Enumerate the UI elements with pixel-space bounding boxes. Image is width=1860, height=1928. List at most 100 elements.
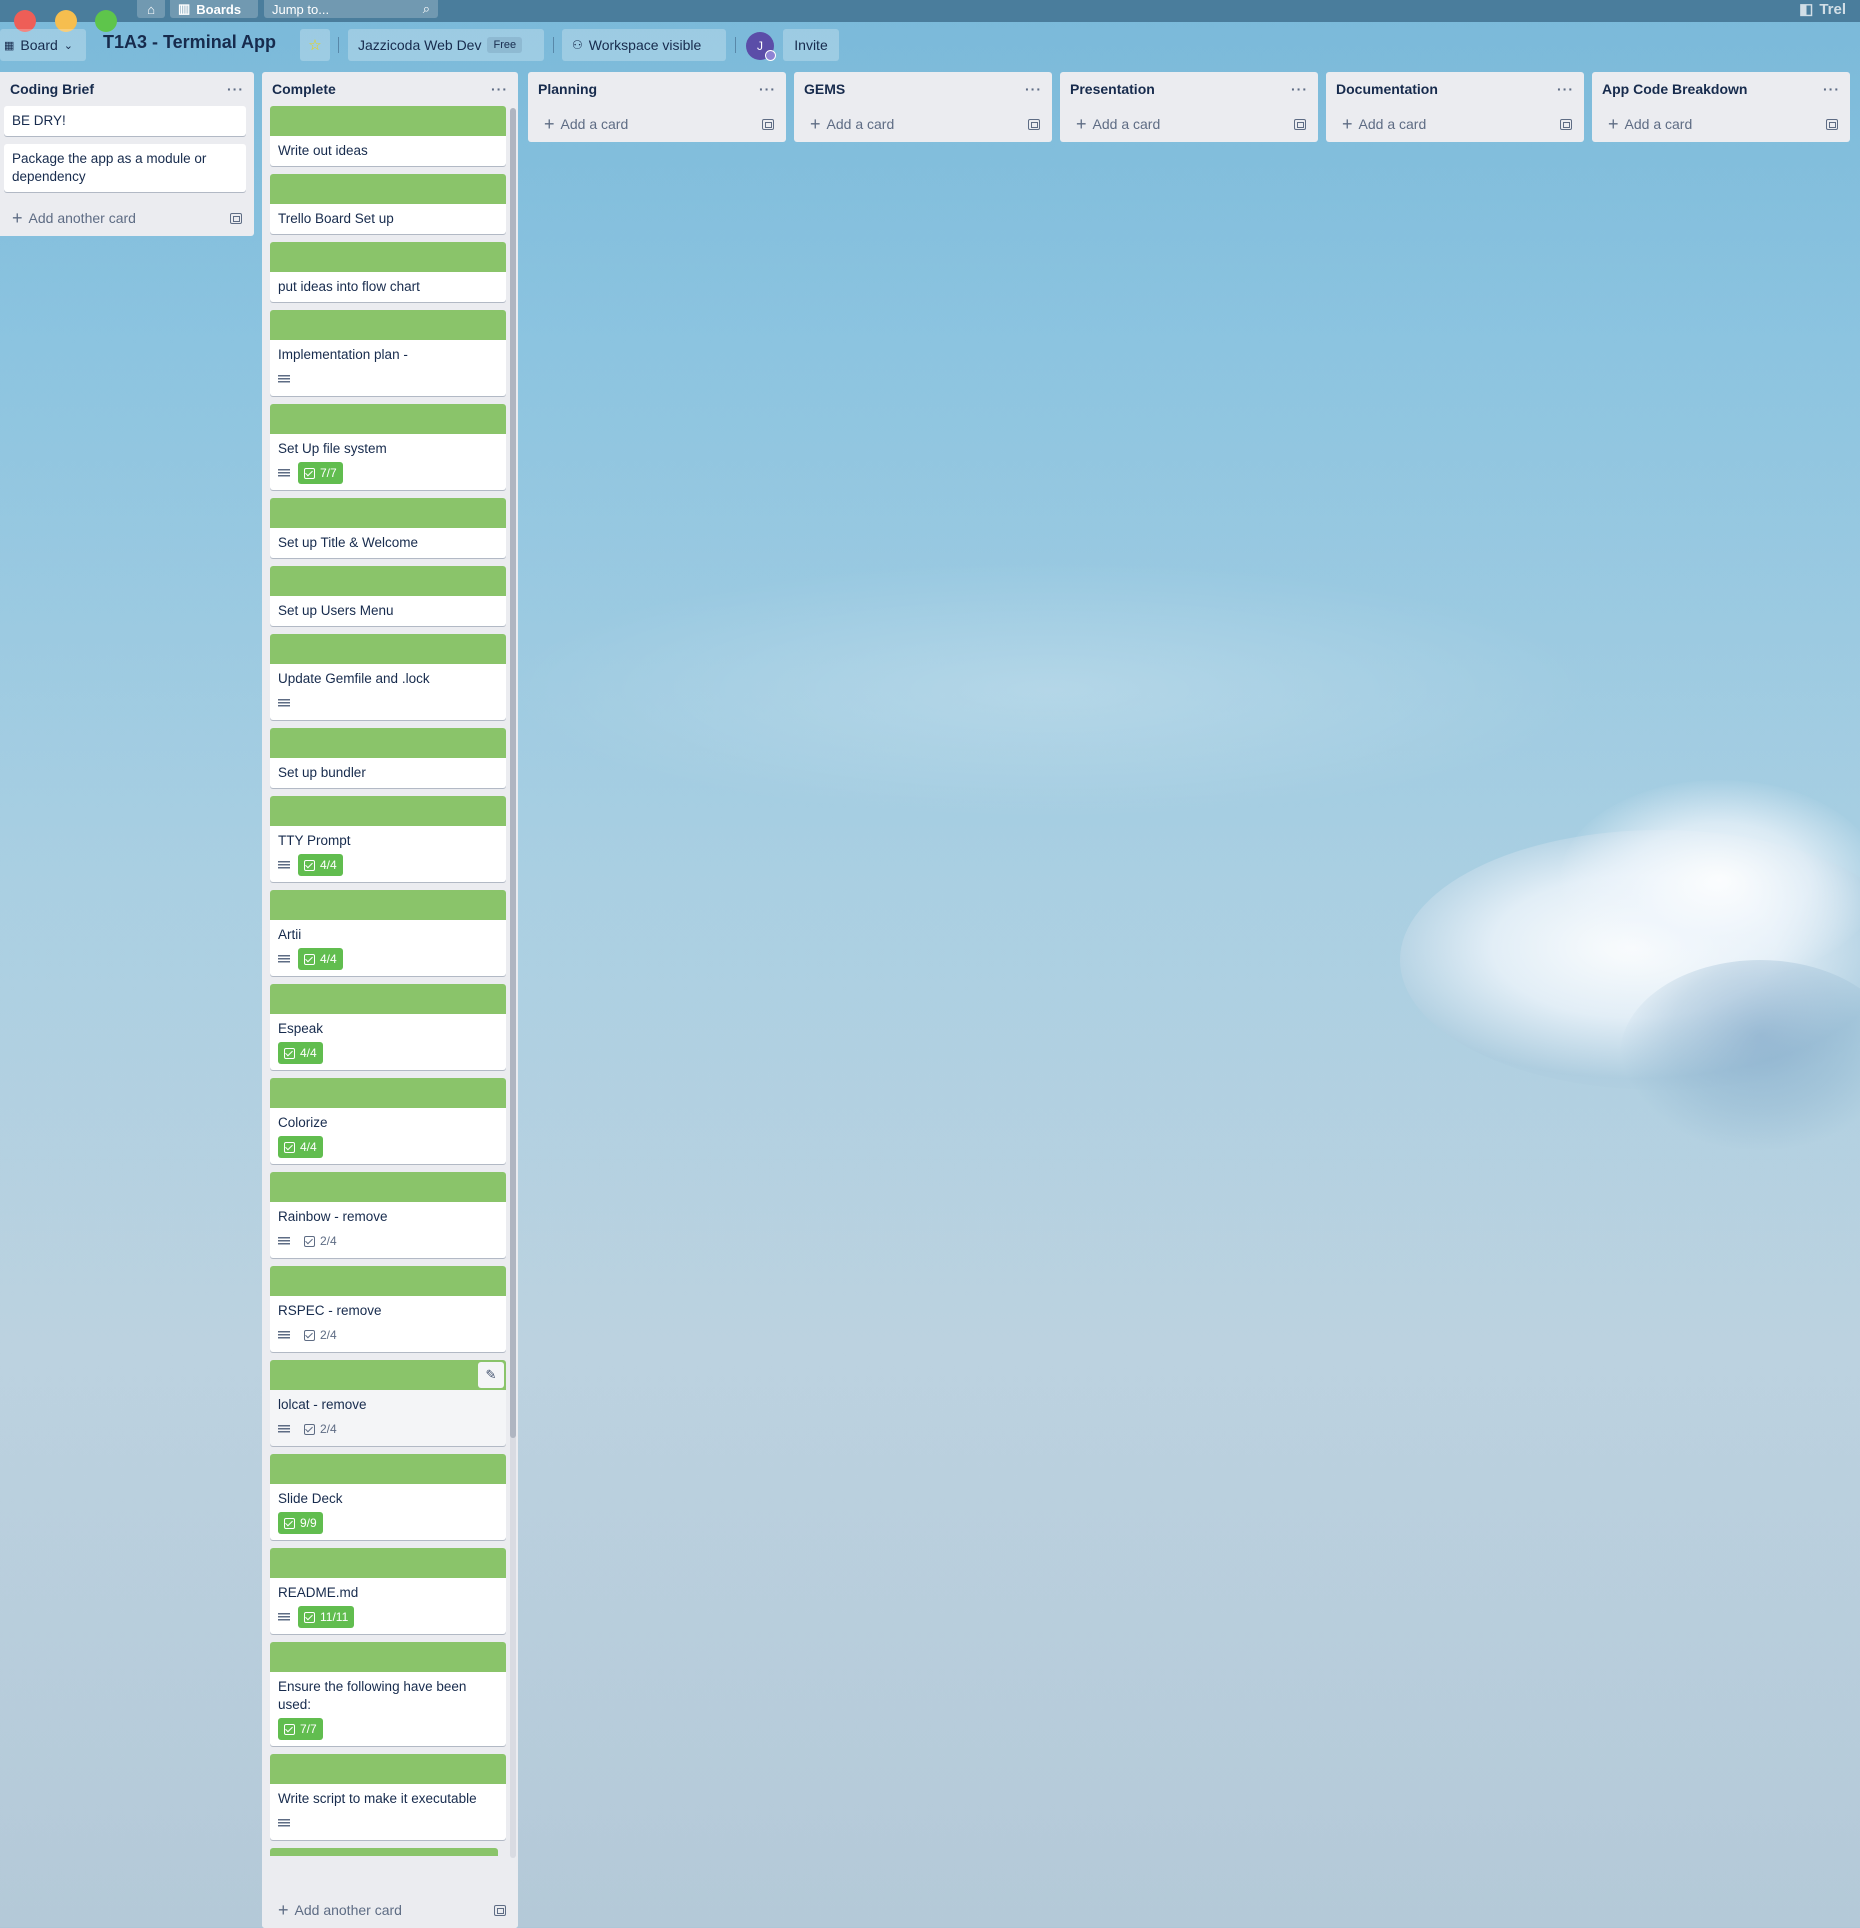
checklist-count: 4/4	[300, 1140, 317, 1154]
card[interactable]: Set Up file system 7/7	[270, 404, 506, 490]
list-menu-button[interactable]: ···	[227, 81, 244, 97]
card[interactable]: put ideas into flow chart	[270, 242, 506, 302]
list-title[interactable]: Complete	[272, 81, 336, 97]
board-view-switcher[interactable]: ▦ Board ⌄	[0, 29, 86, 61]
search-input[interactable]: Jump to... ⌕	[264, 0, 438, 18]
card[interactable]: RSPEC - remove 2/4	[270, 1266, 506, 1352]
add-card-button[interactable]: + Add another card	[0, 200, 254, 236]
list-menu-button[interactable]: ···	[1025, 81, 1042, 97]
edit-card-button[interactable]: ✎	[478, 1362, 504, 1388]
card[interactable]: Rainbow - remove 2/4	[270, 1172, 506, 1258]
card-label	[270, 310, 506, 340]
card[interactable]: Espeak 4/4	[270, 984, 506, 1070]
checklist-count: 4/4	[320, 858, 337, 872]
card-title: Rainbow - remove	[278, 1209, 388, 1224]
workspace-button[interactable]: Jazzicoda Web Dev Free	[348, 29, 544, 61]
card-template-icon[interactable]	[230, 212, 242, 224]
list-header: Documentation ···	[1326, 72, 1584, 106]
card[interactable]: Trello Board Set up	[270, 174, 506, 234]
card[interactable]: Ensure the following have been used: 7/7	[270, 1642, 506, 1746]
checklist-icon	[304, 467, 315, 479]
checklist-badge: 2/4	[298, 1418, 343, 1440]
card-template-icon[interactable]	[1028, 118, 1040, 130]
star-button[interactable]: ☆	[300, 29, 330, 61]
card-template-icon[interactable]	[1560, 118, 1572, 130]
checklist-badge: 9/9	[278, 1512, 323, 1534]
brand-icon: ◧	[1799, 1, 1814, 18]
card[interactable]: TTY Prompt 4/4	[270, 796, 506, 882]
card[interactable]: ✎ lolcat - remove 2/4	[270, 1360, 506, 1446]
list-title[interactable]: GEMS	[804, 81, 845, 97]
add-card-label: Add another card	[28, 210, 136, 226]
card[interactable]: BE DRY!	[4, 106, 246, 136]
board-title[interactable]: T1A3 - Terminal App	[103, 32, 276, 53]
list-title[interactable]: Presentation	[1070, 81, 1155, 97]
card-title: Set up bundler	[278, 765, 366, 780]
card-template-icon[interactable]	[1294, 118, 1306, 130]
boards-button[interactable]: ▥ Boards	[170, 0, 258, 18]
card-list[interactable]: Write out ideas Trello Board Set up put …	[262, 106, 518, 1856]
card[interactable]: Write out ideas	[270, 106, 506, 166]
list-menu-button[interactable]: ···	[1823, 81, 1840, 97]
checklist-count: 7/7	[300, 1722, 317, 1736]
card[interactable]: Colorize 4/4	[270, 1078, 506, 1164]
list-menu-button[interactable]: ···	[1291, 81, 1308, 97]
list-title[interactable]: App Code Breakdown	[1602, 81, 1747, 97]
list-menu-button[interactable]: ···	[491, 81, 508, 97]
card-title: Trello Board Set up	[278, 211, 394, 226]
card[interactable]: Slide Deck 9/9	[270, 1454, 506, 1540]
scrollbar-thumb[interactable]	[510, 108, 516, 1438]
card[interactable]: Set up Title & Welcome	[270, 498, 506, 558]
card-label	[270, 1548, 506, 1578]
card[interactable]: Write script to make it executable	[270, 1754, 506, 1840]
card-label	[270, 634, 506, 664]
card-label[interactable]	[270, 1848, 498, 1856]
card-template-icon[interactable]	[762, 118, 774, 130]
add-card-button[interactable]: + Add a card	[1326, 106, 1584, 142]
card[interactable]: Artii 4/4	[270, 890, 506, 976]
list-title[interactable]: Planning	[538, 81, 597, 97]
brand-text: Trel	[1819, 0, 1846, 18]
plus-icon: +	[544, 114, 555, 134]
list-header: GEMS ···	[794, 72, 1052, 106]
invite-button[interactable]: Invite	[783, 29, 839, 61]
checklist-badge: 7/7	[298, 462, 343, 484]
list-scrollbar[interactable]	[510, 108, 516, 1858]
card-template-icon[interactable]	[1826, 118, 1838, 130]
list-title[interactable]: Documentation	[1336, 81, 1438, 97]
add-card-label: Add another card	[294, 1902, 402, 1918]
list-menu-button[interactable]: ···	[1557, 81, 1574, 97]
card[interactable]: Set up bundler	[270, 728, 506, 788]
add-card-button[interactable]: + Add a card	[1060, 106, 1318, 142]
card-label: ✎	[270, 1360, 506, 1390]
card-title: Package the app as a module or dependenc…	[12, 151, 207, 184]
checklist-badge: 2/4	[298, 1324, 343, 1346]
card-title: Set up Title & Welcome	[278, 535, 419, 550]
card-template-icon[interactable]	[494, 1904, 506, 1916]
home-icon: ⌂	[147, 1, 155, 17]
add-card-label: Add a card	[1358, 116, 1427, 132]
list-documentation: Documentation ··· + Add a card	[1326, 72, 1584, 142]
checklist-icon	[284, 1047, 295, 1059]
home-button[interactable]: ⌂	[137, 0, 165, 18]
card[interactable]: Package the app as a module or dependenc…	[4, 144, 246, 192]
card-title: Espeak	[278, 1021, 324, 1036]
add-card-button[interactable]: + Add a card	[1592, 106, 1850, 142]
checklist-count: 11/11	[320, 1610, 349, 1624]
add-card-button[interactable]: + Add another card	[262, 1892, 518, 1928]
card-title: lolcat - remove	[278, 1397, 367, 1412]
list-title[interactable]: Coding Brief	[10, 81, 94, 97]
plus-icon: +	[1608, 114, 1619, 134]
card[interactable]: Set up Users Menu	[270, 566, 506, 626]
description-icon	[278, 860, 290, 870]
card[interactable]: README.md 11/11	[270, 1548, 506, 1634]
card[interactable]: Implementation plan -	[270, 310, 506, 396]
list-menu-button[interactable]: ···	[759, 81, 776, 97]
visibility-button[interactable]: ⚇ Workspace visible	[562, 29, 726, 61]
add-card-button[interactable]: + Add a card	[528, 106, 786, 142]
checklist-count: 2/4	[320, 1234, 337, 1248]
board-icon: ▦	[4, 39, 15, 52]
card[interactable]: Update Gemfile and .lock	[270, 634, 506, 720]
avatar[interactable]: J	[746, 32, 776, 61]
add-card-button[interactable]: + Add a card	[794, 106, 1052, 142]
